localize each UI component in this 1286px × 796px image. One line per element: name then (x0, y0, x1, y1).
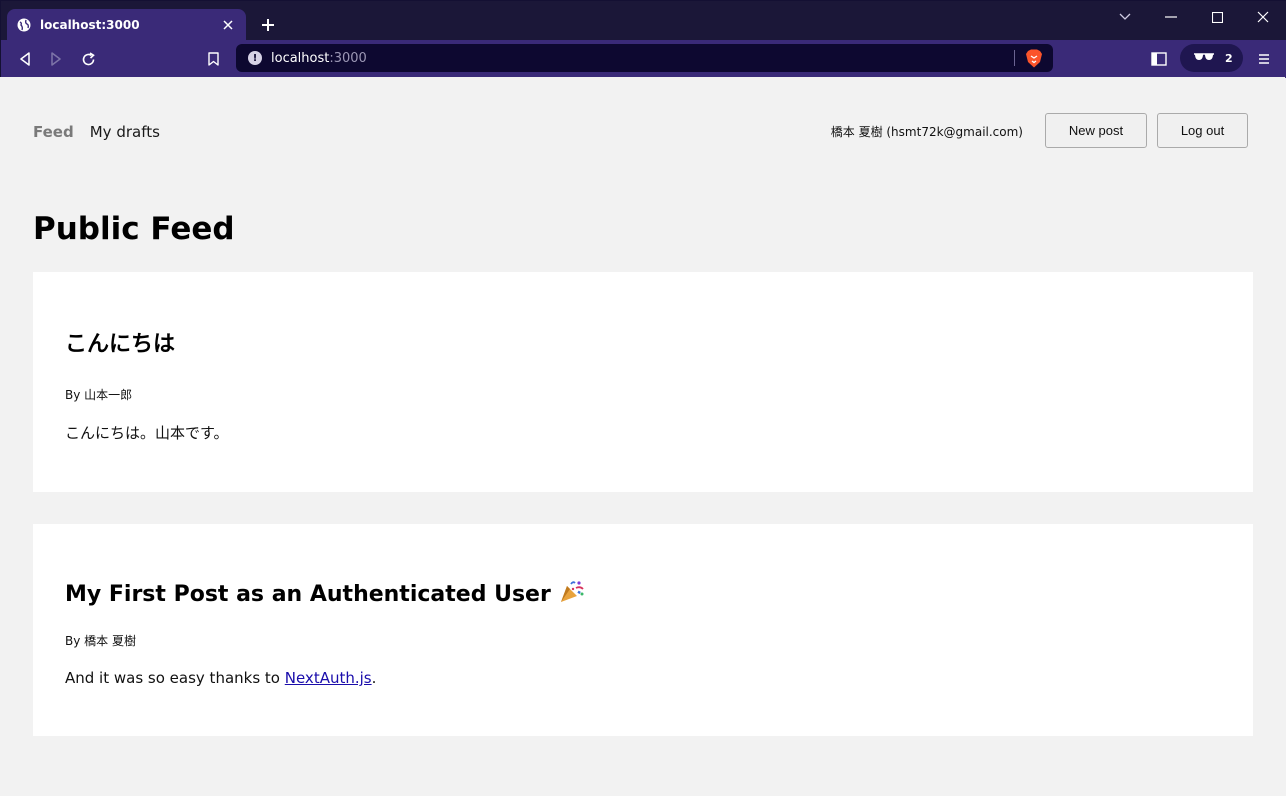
tab-search-chevron-icon[interactable] (1111, 6, 1139, 28)
back-icon[interactable] (13, 48, 37, 70)
post-card[interactable]: My First Post as an Authenticated User B… (33, 524, 1253, 736)
maximize-icon[interactable] (1203, 6, 1231, 28)
page-title: Public Feed (33, 211, 235, 247)
sidebar-icon[interactable] (1147, 48, 1171, 70)
post-body: And it was so easy thanks to NextAuth.js… (65, 669, 376, 687)
globe-icon (17, 18, 31, 32)
nav-feed-link[interactable]: Feed (33, 123, 74, 141)
brave-lion-icon[interactable] (1025, 49, 1043, 68)
bookmark-icon[interactable] (201, 48, 225, 70)
post-title: My First Post as an Authenticated User (65, 582, 551, 607)
top-nav: Feed My drafts (33, 123, 160, 141)
private-window-count: 2 (1225, 51, 1233, 65)
tab-strip: localhost:3000 (1, 1, 1286, 41)
plus-icon[interactable] (257, 14, 279, 36)
nav-drafts-link[interactable]: My drafts (90, 123, 160, 141)
post-title-row: My First Post as an Authenticated User (65, 580, 585, 607)
post-card[interactable]: こんにちは By 山本一郎 こんにちは。山本です。 (33, 272, 1253, 492)
hamburger-menu-icon[interactable] (1252, 48, 1276, 70)
party-popper-icon (559, 580, 585, 604)
new-post-button[interactable]: New post (1045, 113, 1147, 148)
browser-toolbar: ! localhost:3000 2 (1, 40, 1286, 78)
post-author: By 橋本 夏樹 (65, 634, 136, 648)
post-body: こんにちは。山本です。 (65, 424, 229, 442)
post-author: By 山本一郎 (65, 388, 133, 402)
close-icon[interactable] (220, 17, 236, 33)
tab-title: localhost:3000 (40, 18, 140, 32)
user-info: 橋本 夏樹 (hsmt72k@gmail.com) (830, 125, 1023, 139)
reload-icon[interactable] (76, 48, 100, 70)
info-icon[interactable]: ! (248, 51, 262, 65)
private-window-badge[interactable]: 2 (1180, 44, 1243, 72)
minimize-icon[interactable] (1157, 6, 1185, 28)
post-title: こんにちは (65, 332, 176, 357)
url-host: localhost (271, 50, 330, 66)
address-bar[interactable]: ! localhost:3000 (236, 44, 1053, 72)
url-port: :3000 (329, 50, 367, 66)
nextauth-link[interactable]: NextAuth.js (285, 669, 372, 687)
forward-icon[interactable] (44, 48, 68, 70)
sunglasses-icon (1193, 52, 1215, 65)
post-body-text: And it was so easy thanks to (65, 669, 285, 687)
post-body-suffix: . (371, 669, 377, 687)
address-bar-divider (1014, 50, 1015, 66)
browser-chrome: localhost:3000 ! localhost:3000 2 (0, 0, 1286, 78)
logout-button[interactable]: Log out (1157, 113, 1248, 148)
page-content: Feed My drafts 橋本 夏樹 (hsmt72k@gmail.com)… (1, 77, 1285, 795)
browser-tab[interactable]: localhost:3000 (7, 9, 246, 41)
window-close-icon[interactable] (1249, 6, 1277, 28)
